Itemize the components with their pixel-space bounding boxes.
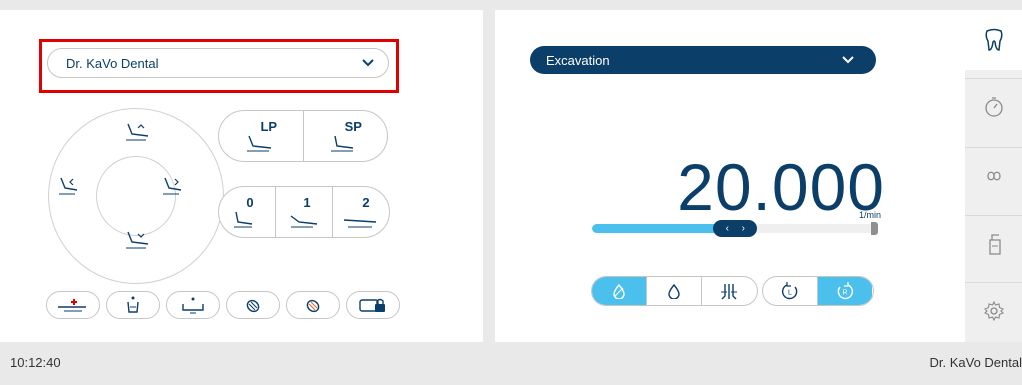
spray-bottle-icon bbox=[988, 234, 1001, 255]
chevron-down-icon bbox=[362, 59, 374, 67]
rotation-left-toggle[interactable]: L bbox=[763, 277, 817, 305]
chair-left-button[interactable] bbox=[55, 173, 89, 197]
cup-filler-icon bbox=[127, 296, 139, 313]
side-navigation bbox=[965, 10, 1022, 342]
memory-2-button[interactable]: 2 bbox=[332, 187, 389, 237]
instrument-options-group bbox=[591, 276, 758, 306]
mode-dropdown-value: Excavation bbox=[546, 52, 610, 68]
composite-light-button[interactable] bbox=[286, 291, 340, 319]
rotation-right-icon: R bbox=[837, 282, 854, 300]
speed-slider-handle[interactable]: ‹ › bbox=[713, 220, 758, 237]
chair-backrest-down-button[interactable] bbox=[120, 227, 154, 251]
memory-0-label: 0 bbox=[246, 195, 254, 210]
chair-control-panel: Dr. KaVo Dental LP SP 0 1 2 bbox=[0, 10, 483, 342]
speed-slider-max-marker bbox=[871, 222, 878, 235]
composite-light-icon bbox=[306, 299, 320, 313]
nav-settings[interactable] bbox=[965, 282, 1022, 339]
spray-icon bbox=[613, 283, 625, 299]
chair-reclined-icon bbox=[246, 135, 271, 152]
memory-1-label: 1 bbox=[303, 195, 311, 210]
memory-0-button[interactable]: 0 bbox=[219, 187, 275, 237]
chevron-down-icon bbox=[842, 56, 854, 64]
lp-label: LP bbox=[260, 119, 278, 134]
chair-position-ring bbox=[48, 108, 224, 284]
chair-down-icon bbox=[126, 231, 149, 249]
chair-backrest-up-button[interactable] bbox=[120, 119, 154, 143]
water-toggle[interactable] bbox=[646, 277, 701, 305]
rotation-left-icon: L bbox=[781, 282, 798, 300]
clock: 10:12:40 bbox=[10, 355, 61, 370]
chair-upright-icon bbox=[234, 211, 253, 228]
operating-light-button[interactable] bbox=[226, 291, 280, 319]
rotation-right-toggle[interactable]: R bbox=[817, 277, 872, 305]
profile-dropdown-value: Dr. KaVo Dental bbox=[66, 55, 159, 71]
chair-right-icon bbox=[163, 177, 182, 195]
profile-selector-highlight: Dr. KaVo Dental bbox=[39, 39, 399, 93]
nav-endo[interactable] bbox=[965, 147, 1022, 204]
infinity-icon bbox=[986, 171, 1001, 181]
water-drop-icon bbox=[668, 283, 680, 299]
rotation-direction-group: L R bbox=[762, 276, 874, 306]
lock-screen-icon bbox=[359, 298, 385, 312]
air-coolant-icon bbox=[721, 284, 737, 300]
chair-emergency-icon bbox=[58, 299, 86, 312]
svg-text:R: R bbox=[842, 290, 847, 297]
svg-text:L: L bbox=[788, 290, 792, 297]
chair-right-button[interactable] bbox=[159, 173, 193, 197]
memory-1-button[interactable]: 1 bbox=[275, 187, 332, 237]
chair-flat-icon bbox=[343, 219, 377, 228]
air-toggle[interactable] bbox=[701, 277, 756, 305]
chair-up-icon bbox=[126, 123, 149, 141]
profile-dropdown[interactable]: Dr. KaVo Dental bbox=[47, 48, 389, 78]
emergency-position-button[interactable] bbox=[46, 291, 100, 319]
chair-spit-icon bbox=[331, 135, 354, 152]
program-position-group: LP SP bbox=[218, 110, 388, 162]
instrument-panel: Excavation 20.000 1/min ‹ › L R bbox=[495, 10, 965, 342]
status-bar: 10:12:40 Dr. KaVo Dental bbox=[0, 342, 1022, 385]
nav-hygiene[interactable] bbox=[965, 215, 1022, 272]
chair-half-recline-icon bbox=[290, 215, 318, 228]
chevron-right-icon: › bbox=[741, 223, 745, 234]
lp-button[interactable]: LP bbox=[219, 111, 303, 161]
sp-label: SP bbox=[344, 119, 362, 134]
stopwatch-icon bbox=[984, 97, 1003, 117]
current-user: Dr. KaVo Dental bbox=[929, 355, 1022, 370]
spray-toggle[interactable] bbox=[592, 277, 646, 305]
cup-filler-button[interactable] bbox=[106, 291, 160, 319]
operating-light-icon bbox=[246, 299, 260, 313]
nav-treatment[interactable] bbox=[965, 10, 1022, 70]
tooth-icon bbox=[984, 28, 1003, 51]
nav-timer[interactable] bbox=[965, 78, 1022, 135]
chevron-left-icon: ‹ bbox=[725, 223, 729, 234]
sp-button[interactable]: SP bbox=[302, 111, 388, 161]
mode-dropdown[interactable]: Excavation bbox=[530, 46, 876, 74]
memory-position-group: 0 1 2 bbox=[218, 186, 390, 238]
speed-slider-fill bbox=[592, 224, 730, 233]
bowl-rinse-button[interactable] bbox=[166, 291, 220, 319]
bowl-rinse-icon bbox=[182, 297, 204, 314]
chair-left-icon bbox=[59, 177, 78, 195]
lock-screen-button[interactable] bbox=[346, 291, 400, 319]
memory-2-label: 2 bbox=[362, 195, 370, 210]
speed-unit: 1/min bbox=[858, 210, 881, 220]
gear-icon bbox=[983, 301, 1004, 321]
